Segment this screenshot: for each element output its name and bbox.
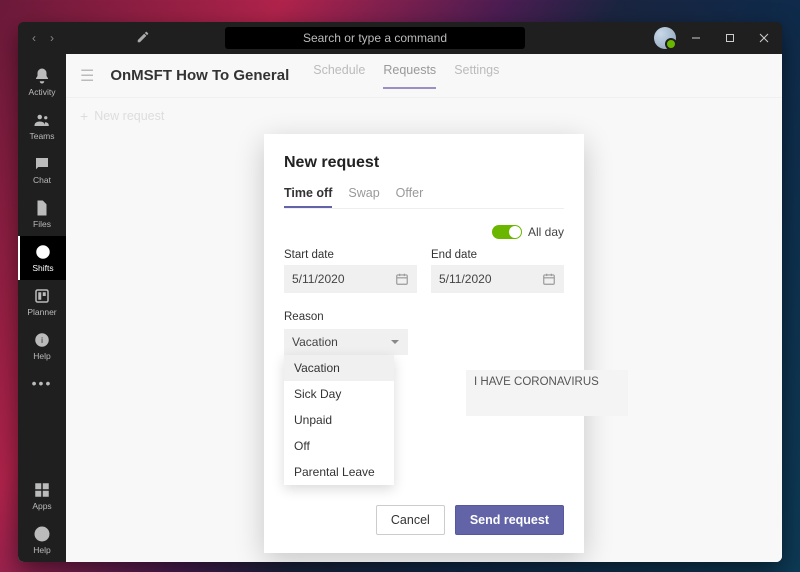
ellipsis-icon: •••: [32, 375, 53, 391]
reason-option-off[interactable]: Off: [284, 433, 394, 459]
compose-icon[interactable]: [133, 30, 153, 47]
modal-tab-swap[interactable]: Swap: [348, 186, 379, 208]
app-window: ‹ › Search or type a command Activity: [18, 22, 782, 562]
back-button[interactable]: ‹: [26, 31, 42, 45]
maximize-button[interactable]: [716, 24, 744, 52]
rail-planner[interactable]: Planner: [18, 280, 66, 324]
reason-option-vacation[interactable]: Vacation: [284, 355, 394, 381]
send-request-button[interactable]: Send request: [455, 505, 564, 535]
start-date-label: Start date: [284, 249, 417, 261]
calendar-icon: [395, 272, 409, 286]
reason-option-parental-leave[interactable]: Parental Leave: [284, 459, 394, 485]
all-day-toggle[interactable]: [492, 225, 522, 239]
reason-option-sick-day[interactable]: Sick Day: [284, 381, 394, 407]
rail-apps[interactable]: Apps: [18, 474, 66, 518]
close-button[interactable]: [750, 24, 778, 52]
rail-chat[interactable]: Chat: [18, 148, 66, 192]
search-placeholder: Search or type a command: [303, 31, 447, 45]
cancel-button[interactable]: Cancel: [376, 505, 445, 535]
content-topbar: ☰ OnMSFT How To General Schedule Request…: [66, 54, 782, 98]
end-date-label: End date: [431, 249, 564, 261]
content-area: ☰ OnMSFT How To General Schedule Request…: [66, 54, 782, 562]
minimize-button[interactable]: [682, 24, 710, 52]
rail-activity[interactable]: Activity: [18, 60, 66, 104]
rail-shifts[interactable]: Shifts: [18, 236, 66, 280]
reason-select[interactable]: Vacation: [284, 329, 408, 355]
reason-option-unpaid[interactable]: Unpaid: [284, 407, 394, 433]
rail-help-bottom[interactable]: Help: [18, 518, 66, 562]
modal-title: New request: [284, 154, 564, 172]
tab-schedule[interactable]: Schedule: [313, 63, 365, 89]
app-rail: Activity Teams Chat Files Shifts: [18, 54, 66, 562]
chevron-down-icon: [390, 337, 400, 347]
reason-label: Reason: [284, 311, 324, 323]
tab-requests[interactable]: Requests: [383, 63, 436, 89]
rail-files[interactable]: Files: [18, 192, 66, 236]
desktop-background: ‹ › Search or type a command Activity: [0, 0, 800, 572]
rail-more[interactable]: •••: [18, 368, 66, 398]
hamburger-icon[interactable]: ☰: [80, 66, 94, 86]
new-request-row[interactable]: + New request: [66, 98, 782, 134]
rail-help[interactable]: i Help: [18, 324, 66, 368]
content-tabs: Schedule Requests Settings: [313, 63, 499, 89]
new-request-label: New request: [94, 109, 164, 123]
note-textarea[interactable]: I HAVE CORONAVIRUS: [466, 370, 628, 416]
reason-dropdown: Vacation Sick Day Unpaid Off Parental Le…: [284, 355, 394, 485]
forward-button[interactable]: ›: [44, 31, 60, 45]
svg-text:i: i: [41, 336, 43, 345]
titlebar: ‹ › Search or type a command: [18, 22, 782, 54]
modal-tab-timeoff[interactable]: Time off: [284, 186, 332, 208]
calendar-icon: [542, 272, 556, 286]
user-avatar[interactable]: [654, 27, 676, 49]
all-day-label: All day: [528, 225, 564, 239]
modal-tabs: Time off Swap Offer: [284, 186, 564, 209]
tab-settings[interactable]: Settings: [454, 63, 499, 89]
rail-teams[interactable]: Teams: [18, 104, 66, 148]
team-name: OnMSFT How To General: [110, 67, 289, 84]
plus-icon: +: [80, 108, 88, 124]
new-request-modal: New request Time off Swap Offer All day: [264, 134, 584, 553]
search-input[interactable]: Search or type a command: [225, 27, 525, 49]
start-date-input[interactable]: 5/11/2020: [284, 265, 417, 293]
modal-tab-offer[interactable]: Offer: [396, 186, 424, 208]
end-date-input[interactable]: 5/11/2020: [431, 265, 564, 293]
